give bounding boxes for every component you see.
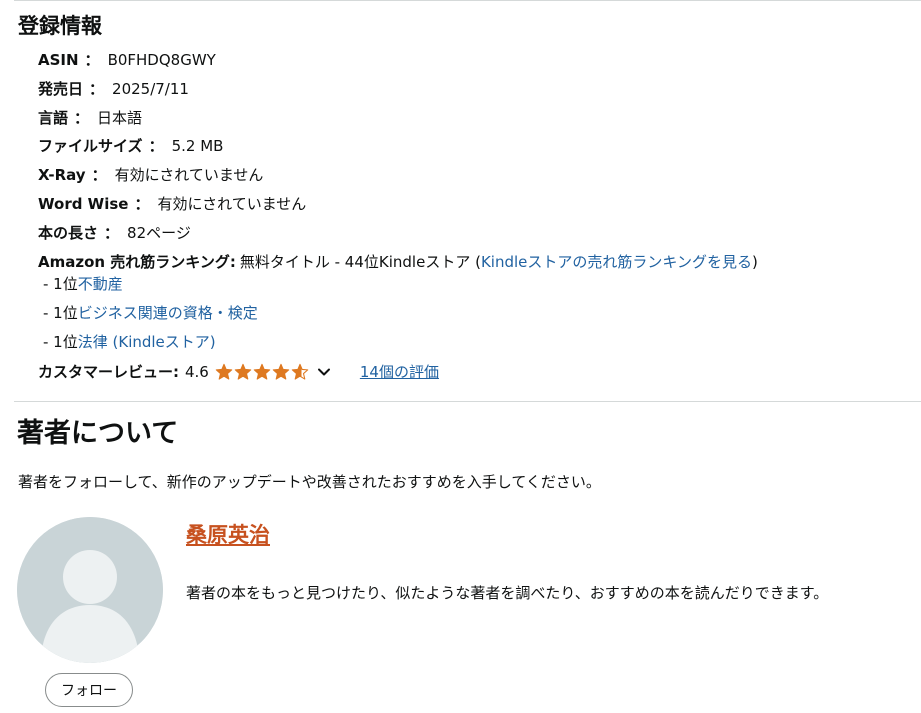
detail-separator: ： <box>134 195 150 213</box>
detail-separator: ： <box>84 51 100 69</box>
detail-value: 有効にされていません <box>114 166 264 184</box>
detail-row-word-wise: Word Wise ： 有効にされていません <box>38 194 306 214</box>
detail-row-file-size: ファイルサイズ ： 5.2 MB <box>38 136 223 156</box>
star-rating[interactable] <box>215 363 310 381</box>
category-rank-item: - 1位ビジネス関連の資格・検定 <box>43 303 258 323</box>
detail-row-xray: X-Ray ： 有効にされていません <box>38 165 263 185</box>
bestseller-rank-row: Amazon 売れ筋ランキング: 無料タイトル - 44位Kindleストア (K… <box>38 252 758 272</box>
ratings-count-link[interactable]: 14個の評価 <box>360 362 439 382</box>
category-link-business-qualifications[interactable]: ビジネス関連の資格・検定 <box>78 304 258 322</box>
category-link-real-estate[interactable]: 不動産 <box>78 275 123 293</box>
category-rank-prefix: - 1位 <box>43 304 78 322</box>
detail-value: B0FHDQ8GWY <box>107 51 216 69</box>
star-icon <box>272 363 290 380</box>
detail-value: 2025/7/11 <box>112 80 189 98</box>
category-rank-prefix: - 1位 <box>43 275 78 293</box>
detail-row-asin: ASIN ： B0FHDQ8GWY <box>38 50 216 70</box>
star-icon <box>234 363 252 380</box>
detail-row-release-date: 発売日 ： 2025/7/11 <box>38 79 189 99</box>
detail-separator: ： <box>89 80 105 98</box>
detail-row-page-count: 本の長さ ： 82ページ <box>38 223 191 243</box>
customer-reviews-row: カスタマーレビュー: 4.6 14個の評価 <box>38 362 439 382</box>
author-name-link[interactable]: 桑原英治 <box>186 521 270 549</box>
author-blurb: 著者の本をもっと見つけたり、似たような著者を調べたり、おすすめの本を読んだりでき… <box>186 584 829 602</box>
detail-label: Word Wise <box>38 195 129 213</box>
category-link-law[interactable]: 法律 (Kindleストア) <box>78 333 216 351</box>
star-icon <box>291 363 309 380</box>
category-rank-item: - 1位不動産 <box>43 274 123 294</box>
star-icon <box>253 363 271 380</box>
detail-separator: ： <box>104 224 120 242</box>
author-follow-description: 著者をフォローして、新作のアップデートや改善されたおすすめを入手してください。 <box>18 473 601 491</box>
detail-label: X-Ray <box>38 166 86 184</box>
detail-separator: ： <box>91 166 107 184</box>
detail-label: 本の長さ <box>38 224 99 242</box>
detail-separator: ： <box>148 137 164 155</box>
detail-label: 発売日 <box>38 80 84 98</box>
follow-button[interactable]: フォロー <box>45 673 133 707</box>
rating-value: 4.6 <box>185 363 209 381</box>
detail-value: 5.2 MB <box>171 137 224 155</box>
chevron-down-icon[interactable] <box>316 364 332 380</box>
paren-close: ) <box>751 253 758 271</box>
detail-label: 言語 <box>38 109 69 127</box>
person-placeholder-icon <box>17 517 163 663</box>
detail-separator: ： <box>74 109 90 127</box>
product-page: 登録情報 ASIN： B0FHDQ8GWY 発売日： 2025/7/11 言語：日本… <box>0 0 921 713</box>
top-divider <box>14 0 921 1</box>
bestseller-list-link[interactable]: Kindleストアの売れ筋ランキングを見る <box>481 253 752 271</box>
detail-value: 82ページ <box>127 224 191 242</box>
detail-label: ASIN <box>38 51 79 69</box>
detail-value: 有効にされていません <box>157 195 307 213</box>
category-rank-prefix: - 1位 <box>43 333 78 351</box>
star-icon <box>215 363 233 380</box>
author-avatar <box>17 517 163 663</box>
product-details-heading: 登録情報 <box>18 14 102 38</box>
customer-reviews-label: カスタマーレビュー: <box>38 363 179 381</box>
detail-label: ファイルサイズ <box>38 137 143 155</box>
bestseller-rank-label: Amazon 売れ筋ランキング: <box>38 253 236 271</box>
detail-row-language: 言語 ： 日本語 <box>38 108 142 128</box>
section-divider <box>14 401 921 402</box>
bestseller-rank-text: 無料タイトル - 44位Kindleストア <box>239 253 471 271</box>
category-rank-item: - 1位法律 (Kindleストア) <box>43 332 216 352</box>
author-section-heading: 著者について <box>17 418 179 449</box>
detail-value: 日本語 <box>97 109 143 127</box>
